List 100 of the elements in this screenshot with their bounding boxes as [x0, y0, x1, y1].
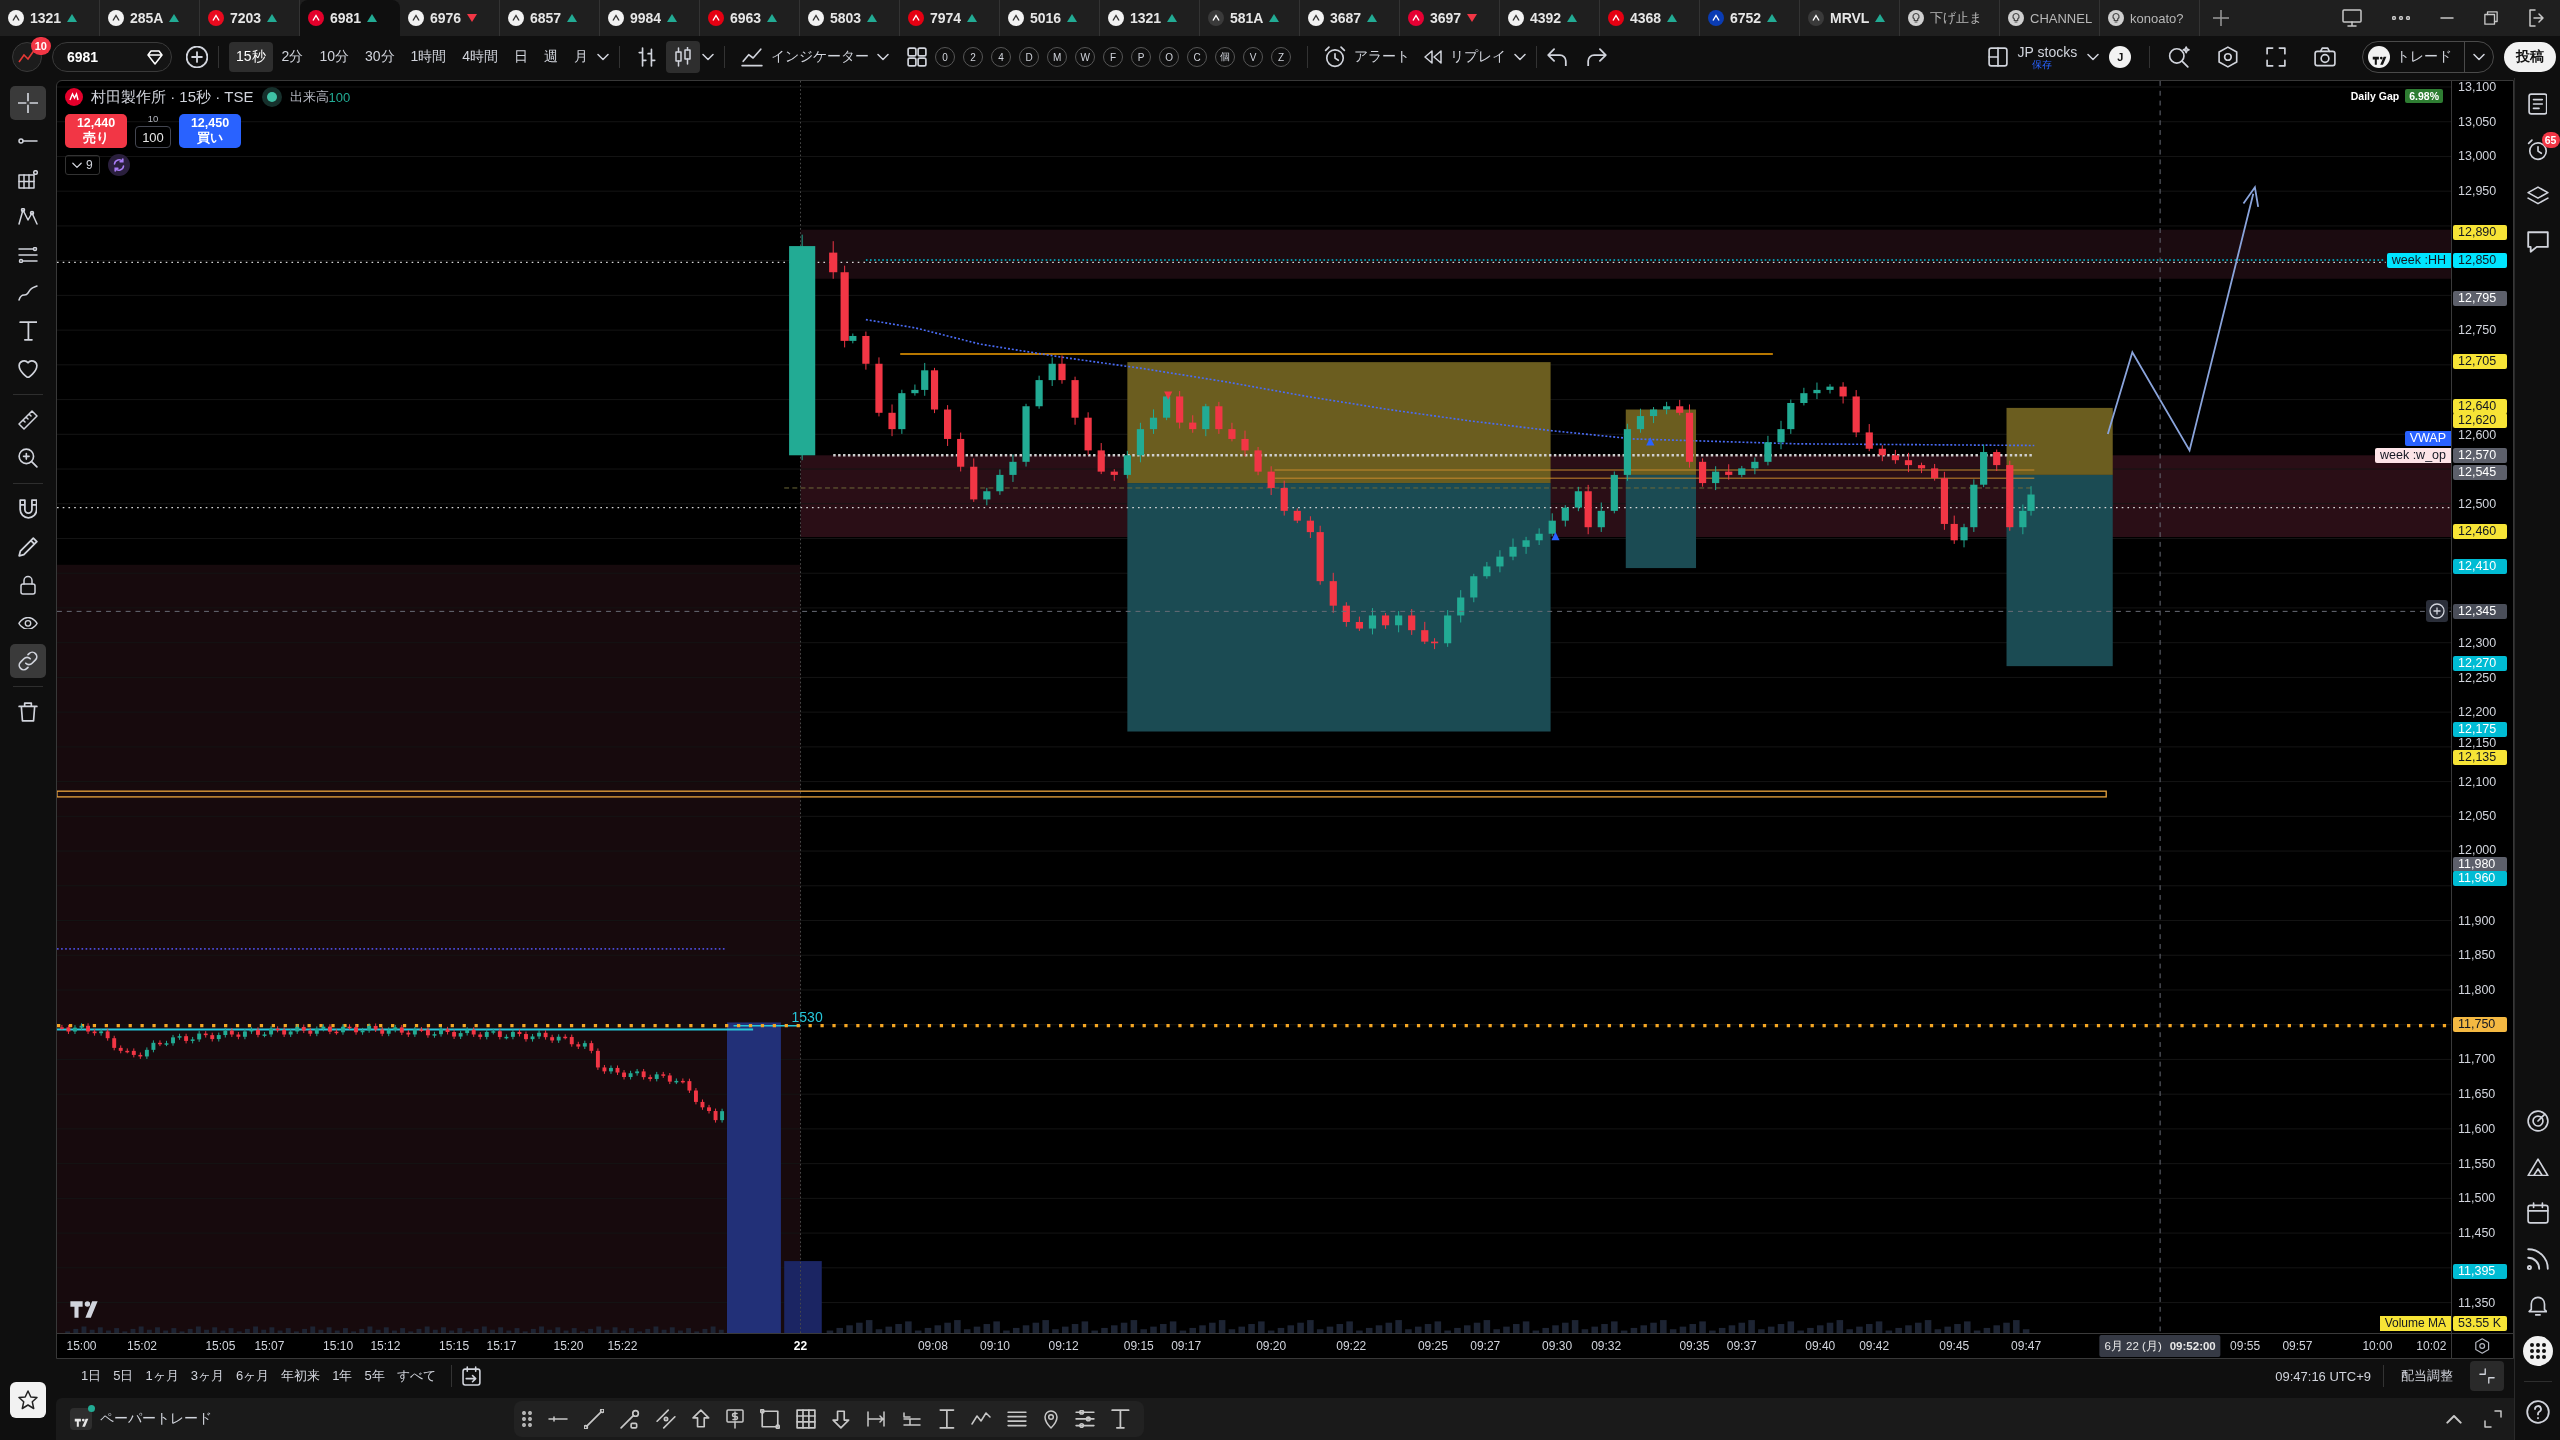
- symbol-search-field[interactable]: 6981: [52, 42, 172, 72]
- sync-icon[interactable]: [107, 154, 130, 176]
- caret-icon[interactable]: [702, 53, 715, 61]
- apps-icon[interactable]: [2522, 1336, 2553, 1366]
- chart-tab[interactable]: 6976: [400, 0, 500, 36]
- mountain-icon[interactable]: [2526, 1157, 2549, 1177]
- settings-icon[interactable]: [2475, 1338, 2490, 1354]
- help-icon[interactable]: [2525, 1400, 2550, 1424]
- horizontal-line-icon[interactable]: [548, 1416, 568, 1422]
- chart-tab[interactable]: 9984: [600, 0, 700, 36]
- camera-icon[interactable]: [2314, 47, 2336, 67]
- range-button[interactable]: 6ヶ月: [230, 1363, 275, 1389]
- list-icon[interactable]: [2527, 93, 2548, 115]
- price-label-icon[interactable]: [725, 1409, 744, 1429]
- restore-icon[interactable]: [2484, 11, 2498, 25]
- more-icon[interactable]: [2392, 16, 2410, 20]
- range-button[interactable]: すべて: [391, 1363, 441, 1389]
- chart-tab[interactable]: 3687: [1300, 0, 1400, 36]
- plus-icon[interactable]: [2213, 10, 2229, 26]
- diagonal-line-icon[interactable]: [584, 1409, 604, 1429]
- panel-layout-icon[interactable]: [1987, 47, 2008, 67]
- redo-icon[interactable]: [1587, 47, 1608, 67]
- chart-tab[interactable]: 1321: [0, 0, 100, 36]
- plus-circle-icon[interactable]: [2426, 600, 2448, 623]
- interval-button[interactable]: 週: [537, 42, 566, 72]
- pin-icon[interactable]: [1043, 1409, 1060, 1429]
- collapse-button[interactable]: [2470, 1361, 2504, 1391]
- bell-icon[interactable]: [2527, 1294, 2548, 1316]
- chart-tab[interactable]: 6752: [1700, 0, 1800, 36]
- interval-button[interactable]: 2分: [274, 42, 311, 72]
- exit-icon[interactable]: [2528, 9, 2546, 27]
- chart-tab[interactable]: 6857: [500, 0, 600, 36]
- range-icon[interactable]: [865, 1411, 886, 1427]
- alert-button[interactable]: アラート: [1318, 42, 1417, 72]
- caret-up-icon[interactable]: [2446, 1413, 2462, 1425]
- chart-tab[interactable]: 5016: [1000, 0, 1100, 36]
- chart-tab[interactable]: 下げ止ま: [1900, 0, 2000, 36]
- chart-tab[interactable]: CHANNEL: [2000, 0, 2100, 36]
- crosshair-tool[interactable]: [10, 86, 46, 120]
- indicators-button[interactable]: インジケーター: [735, 42, 876, 72]
- chart-tab[interactable]: 1321: [1100, 0, 1200, 36]
- user-avatar[interactable]: J: [2109, 46, 2132, 68]
- sell-button[interactable]: 12,440 売り: [65, 114, 127, 148]
- interval-button[interactable]: 10分: [312, 42, 356, 72]
- maximize-icon[interactable]: [2484, 1410, 2502, 1428]
- chat-icon[interactable]: [2526, 231, 2549, 253]
- rectangle-icon[interactable]: [759, 1409, 780, 1429]
- search-icon[interactable]: [2168, 46, 2191, 68]
- minimize-icon[interactable]: [2440, 16, 2454, 20]
- chart-tab[interactable]: 285A: [100, 0, 200, 36]
- broadcast-icon[interactable]: [2526, 1248, 2549, 1270]
- fullscreen-icon[interactable]: [2266, 47, 2286, 67]
- drag-handle-icon[interactable]: [522, 1411, 532, 1427]
- favorites-button[interactable]: [10, 1382, 46, 1418]
- chart-tab[interactable]: 7203: [200, 0, 300, 36]
- adjustment-button[interactable]: 配当調整: [2396, 1363, 2458, 1389]
- range-button[interactable]: 1日: [76, 1363, 107, 1389]
- indicators-toggle[interactable]: 9: [65, 155, 100, 175]
- panel-title[interactable]: ペーパートレード: [100, 1410, 212, 1428]
- chart-tab[interactable]: 6981: [300, 0, 400, 36]
- interval-button[interactable]: 1時間: [403, 42, 454, 72]
- chart-tab[interactable]: konoato?: [2100, 0, 2200, 36]
- interval-button[interactable]: 30分: [357, 42, 402, 72]
- zigzag-icon[interactable]: [971, 1412, 992, 1426]
- range-button[interactable]: 1年: [327, 1363, 358, 1389]
- calendar-icon[interactable]: [2526, 1202, 2549, 1224]
- lines-icon[interactable]: [1007, 1410, 1028, 1428]
- sliders-icon[interactable]: [1075, 1410, 1096, 1428]
- chart-type-button[interactable]: [666, 41, 701, 73]
- line-node-icon[interactable]: [620, 1409, 640, 1429]
- arrow-up-icon[interactable]: [692, 1409, 710, 1429]
- interval-button[interactable]: 15秒: [229, 42, 273, 72]
- publish-button[interactable]: 投稿: [2504, 42, 2556, 72]
- chart-tab[interactable]: MRVL: [1800, 0, 1900, 36]
- undo-icon[interactable]: [1547, 47, 1568, 67]
- range-button[interactable]: 5日: [108, 1363, 139, 1389]
- arrow-down-icon[interactable]: [831, 1409, 850, 1429]
- range-button[interactable]: 3ヶ月: [185, 1363, 229, 1389]
- text-icon[interactable]: [1111, 1409, 1131, 1429]
- caret-icon[interactable]: [597, 53, 610, 61]
- caret-icon[interactable]: [2087, 53, 2100, 61]
- interval-button[interactable]: 4時間: [455, 42, 506, 72]
- quantity-field[interactable]: 100: [135, 126, 171, 148]
- monitor-icon[interactable]: [2342, 9, 2362, 27]
- chart-tab[interactable]: 4392: [1500, 0, 1600, 36]
- interval-button[interactable]: 月: [567, 42, 596, 72]
- link-tool[interactable]: [10, 644, 46, 678]
- layout-button[interactable]: JP stocks 保存: [2017, 44, 2078, 70]
- settings-icon[interactable]: [2218, 46, 2238, 68]
- range-button[interactable]: 年初来: [276, 1363, 326, 1389]
- target-icon[interactable]: [2526, 1110, 2549, 1132]
- range-button[interactable]: 1ヶ月: [140, 1363, 184, 1389]
- chart-tab[interactable]: 7974: [900, 0, 1000, 36]
- grid-icon[interactable]: [795, 1409, 816, 1429]
- range-button[interactable]: 5年: [359, 1363, 390, 1389]
- chart-tab[interactable]: 581A: [1200, 0, 1300, 36]
- layers-icon[interactable]: [2526, 186, 2549, 206]
- caret-icon[interactable]: [877, 53, 890, 61]
- layout-grid-icon[interactable]: [907, 47, 928, 67]
- chart-tab[interactable]: 3697: [1400, 0, 1500, 36]
